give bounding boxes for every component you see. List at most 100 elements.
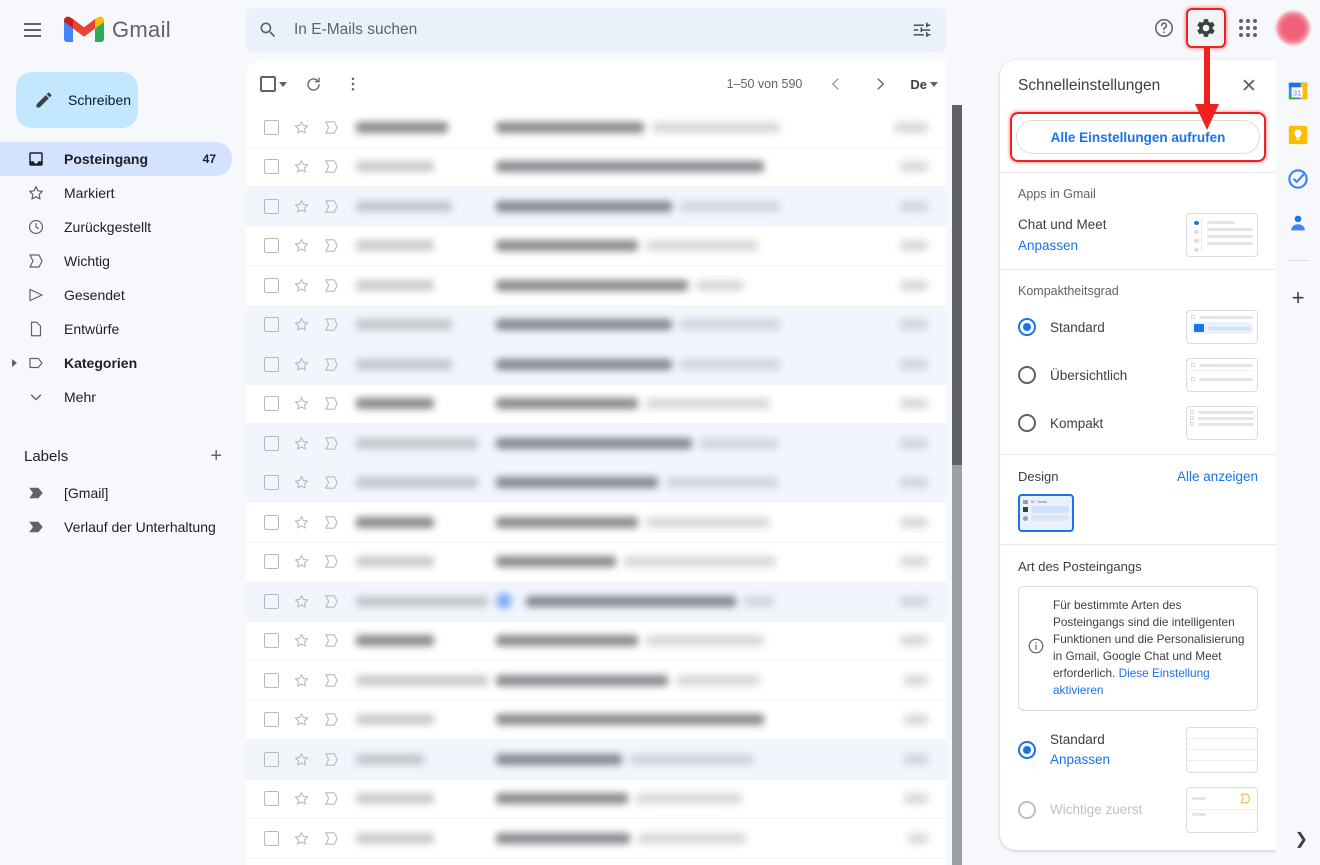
more-options-button[interactable] [333,64,373,104]
calendar-icon[interactable]: 31 [1287,80,1309,102]
inbox-standard-thumb[interactable] [1186,726,1258,773]
density-compact-thumb[interactable] [1186,406,1258,440]
important-chevron-icon[interactable] [316,435,346,452]
star-icon[interactable] [286,474,316,491]
table-row[interactable] [246,108,946,148]
row-checkbox[interactable] [256,119,286,135]
important-chevron-icon[interactable] [316,237,346,254]
table-row[interactable] [246,701,946,740]
sidebar-label-verlauf[interactable]: Verlauf der Unterhaltung [0,510,232,544]
important-chevron-icon[interactable] [316,711,346,728]
radio-icon[interactable] [1018,740,1036,759]
language-selector[interactable]: De [910,77,938,92]
important-chevron-icon[interactable] [316,158,346,175]
table-row[interactable] [246,661,946,701]
compose-button[interactable]: Schreiben [16,72,138,128]
chat-meet-preview[interactable] [1186,213,1258,257]
star-icon[interactable] [286,277,316,294]
table-row[interactable] [246,187,946,227]
row-checkbox[interactable] [256,317,286,333]
density-option-uebersichtlich[interactable]: Übersichtlich [1018,358,1258,392]
table-row[interactable] [246,819,946,859]
important-chevron-icon[interactable] [316,395,346,412]
row-checkbox[interactable] [256,475,286,491]
star-icon[interactable] [286,672,316,689]
density-standard-thumb[interactable] [1186,310,1258,344]
row-checkbox[interactable] [256,356,286,372]
density-option-standard[interactable]: Standard [1018,310,1258,344]
star-icon[interactable] [286,830,316,847]
sidebar-item-wichtig[interactable]: Wichtig [0,244,232,278]
hamburger-icon[interactable] [12,10,52,50]
add-app-button[interactable]: + [1287,287,1309,309]
row-checkbox[interactable] [256,514,286,530]
important-chevron-icon[interactable] [316,830,346,847]
search-icon[interactable] [246,8,290,52]
row-checkbox[interactable] [256,396,286,412]
table-row[interactable] [246,345,946,385]
row-checkbox[interactable] [256,672,286,688]
all-settings-button[interactable]: Alle Einstellungen aufrufen [1016,120,1260,154]
row-checkbox[interactable] [256,593,286,609]
sidebar-label-gmail[interactable]: [Gmail] [0,476,232,510]
inbox-option-wichtige-zuerst[interactable]: Wichtige zuerst [1018,786,1258,833]
table-row[interactable] [246,582,946,622]
gear-icon[interactable] [1186,8,1226,48]
radio-icon[interactable] [1018,366,1036,384]
star-icon[interactable] [286,356,316,373]
sidebar-item-entwuerfe[interactable]: Entwürfe [0,312,232,346]
star-icon[interactable] [286,158,316,175]
important-chevron-icon[interactable] [316,514,346,531]
density-comfortable-thumb[interactable] [1186,358,1258,392]
star-icon[interactable] [286,553,316,570]
star-icon[interactable] [286,593,316,610]
table-row[interactable] [246,740,946,780]
important-chevron-icon[interactable] [316,672,346,689]
search-options-icon[interactable] [898,8,946,52]
star-icon[interactable] [286,751,316,768]
star-icon[interactable] [286,395,316,412]
important-chevron-icon[interactable] [316,751,346,768]
sidebar-item-kategorien[interactable]: Kategorien [0,346,232,380]
important-chevron-icon[interactable] [316,593,346,610]
avatar[interactable] [1276,11,1310,45]
select-all-checkbox[interactable] [254,64,293,104]
star-icon[interactable] [286,198,316,215]
density-option-kompakt[interactable]: Kompakt [1018,406,1258,440]
row-checkbox[interactable] [256,712,286,728]
star-icon[interactable] [286,237,316,254]
row-checkbox[interactable] [256,159,286,175]
important-chevron-icon[interactable] [316,316,346,333]
chevron-right-icon[interactable]: ❯ [1295,829,1308,849]
mail-list-scrollbar-lower[interactable] [952,465,962,865]
next-page-button[interactable] [860,64,900,104]
row-checkbox[interactable] [256,830,286,846]
table-row[interactable] [246,385,946,424]
prev-page-button[interactable] [816,64,856,104]
close-icon[interactable]: ✕ [1232,69,1266,103]
inbox-option-customize-link[interactable]: Anpassen [1050,752,1110,767]
row-checkbox[interactable] [256,791,286,807]
theme-view-all-link[interactable]: Alle anzeigen [1177,469,1258,484]
sidebar-item-mehr[interactable]: Mehr [0,380,232,414]
important-chevron-icon[interactable] [316,553,346,570]
inbox-option-standard[interactable]: Standard Anpassen [1018,726,1258,773]
important-chevron-icon[interactable] [316,119,346,136]
inbox-priority-thumb[interactable] [1186,786,1258,833]
apps-grid-icon[interactable] [1228,8,1268,48]
table-row[interactable] [246,227,946,266]
contacts-icon[interactable] [1287,212,1309,234]
search-input[interactable] [290,21,898,39]
star-icon[interactable] [286,632,316,649]
row-checkbox[interactable] [256,277,286,293]
important-chevron-icon[interactable] [316,790,346,807]
star-icon[interactable] [286,514,316,531]
tasks-icon[interactable] [1287,168,1309,190]
table-row[interactable] [246,503,946,543]
row-checkbox[interactable] [256,435,286,451]
keep-icon[interactable] [1287,124,1309,146]
table-row[interactable] [246,543,946,582]
table-row[interactable] [246,305,946,345]
search-bar[interactable] [246,8,946,52]
sidebar-item-posteingang[interactable]: Posteingang 47 [0,142,232,176]
